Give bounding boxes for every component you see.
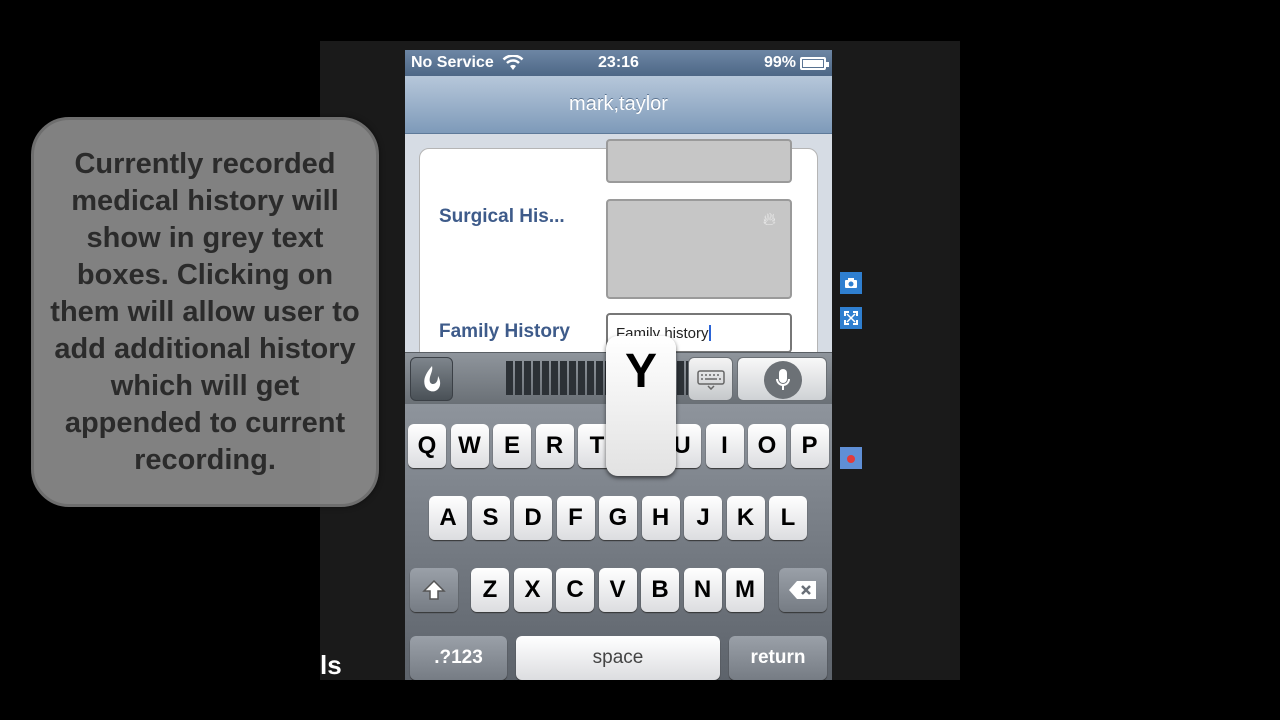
battery-percent: 99% bbox=[763, 54, 796, 71]
camera-icon[interactable] bbox=[840, 272, 862, 294]
battery-fill bbox=[803, 59, 823, 67]
tutorial-callout: Currently recorded medical history will … bbox=[31, 117, 379, 507]
space-key[interactable]: space bbox=[516, 636, 720, 680]
backspace-icon bbox=[789, 581, 816, 599]
key-q[interactable]: Q bbox=[408, 424, 446, 468]
carrier-label: No Service bbox=[411, 54, 494, 71]
nav-bar: mark,taylor bbox=[405, 76, 832, 134]
key-k[interactable]: K bbox=[726, 496, 765, 540]
battery-indicator: 99% bbox=[763, 54, 829, 72]
key-f[interactable]: F bbox=[556, 496, 595, 540]
key-m[interactable]: M bbox=[726, 568, 764, 612]
dragon-flame-icon: 🔥︎ bbox=[762, 209, 776, 229]
page-title: mark,taylor bbox=[569, 93, 668, 115]
key-z[interactable]: Z bbox=[471, 568, 509, 612]
tutorial-callout-text: Currently recorded medical history will … bbox=[50, 147, 360, 476]
key-j[interactable]: J bbox=[684, 496, 722, 540]
wifi-icon bbox=[502, 55, 524, 70]
surgical-history-box[interactable]: 🔥︎ bbox=[606, 199, 792, 299]
previous-history-box[interactable] bbox=[606, 139, 792, 183]
key-c[interactable]: C bbox=[556, 568, 594, 612]
backspace-key[interactable] bbox=[779, 568, 827, 612]
key-d[interactable]: D bbox=[514, 496, 552, 540]
keyboard-row-4: .?123 space return bbox=[405, 636, 832, 680]
form-content: Surgical His... 🔥︎ Family History Family… bbox=[405, 134, 832, 352]
dragon-flame-icon bbox=[423, 366, 440, 392]
key-a[interactable]: A bbox=[429, 496, 467, 540]
microphone-icon bbox=[764, 361, 802, 399]
microphone-button[interactable] bbox=[737, 357, 827, 401]
key-i[interactable]: I bbox=[705, 424, 744, 468]
key-r[interactable]: R bbox=[535, 424, 574, 468]
key-press-popup: Y bbox=[606, 336, 676, 476]
carrier-info: No Service bbox=[411, 54, 524, 72]
key-n[interactable]: N bbox=[683, 568, 722, 612]
key-h[interactable]: H bbox=[641, 496, 680, 540]
key-v[interactable]: V bbox=[598, 568, 637, 612]
keyboard-toggle-button[interactable] bbox=[688, 357, 733, 401]
surgical-history-label: Surgical His... bbox=[439, 206, 565, 227]
key-g[interactable]: G bbox=[599, 496, 637, 540]
frame-watermark-text: ls bbox=[320, 650, 342, 680]
text-caret bbox=[708, 325, 711, 341]
status-bar: No Service 23:16 99% bbox=[405, 50, 832, 76]
key-b[interactable]: B bbox=[641, 568, 679, 612]
key-e[interactable]: E bbox=[493, 424, 531, 468]
keyboard-row-3: ZXCVBNM bbox=[405, 568, 832, 614]
keyboard-row-2: ASDFGHJKL bbox=[405, 496, 832, 542]
shift-icon bbox=[422, 579, 446, 600]
key-w[interactable]: W bbox=[450, 424, 489, 468]
family-history-label: Family History bbox=[439, 321, 570, 342]
record-icon[interactable] bbox=[840, 447, 862, 469]
key-p[interactable]: P bbox=[790, 424, 829, 468]
history-form-card: Surgical His... 🔥︎ Family History Family… bbox=[419, 139, 818, 352]
battery-icon bbox=[800, 56, 829, 70]
keyboard-icon bbox=[696, 370, 725, 391]
key-l[interactable]: L bbox=[769, 496, 807, 540]
key-x[interactable]: X bbox=[513, 568, 552, 612]
key-o[interactable]: O bbox=[748, 424, 786, 468]
phone-screen: No Service 23:16 99% mark,taylor Surgica… bbox=[405, 50, 832, 680]
shift-key[interactable] bbox=[410, 568, 458, 612]
numbers-key[interactable]: .?123 bbox=[410, 636, 507, 680]
dragon-button[interactable] bbox=[410, 357, 453, 401]
fullscreen-icon[interactable] bbox=[840, 307, 862, 329]
key-s[interactable]: S bbox=[471, 496, 510, 540]
return-key[interactable]: return bbox=[729, 636, 827, 680]
